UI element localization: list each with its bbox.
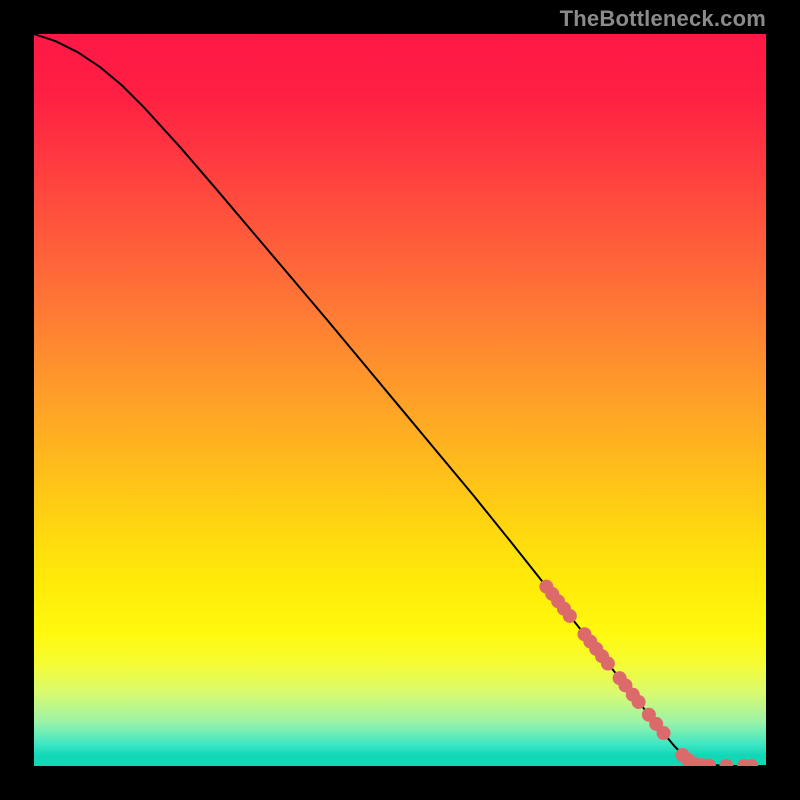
bottleneck-curve (34, 34, 766, 766)
marker-point (601, 657, 615, 671)
marker-point (632, 695, 646, 709)
highlighted-points (539, 580, 758, 766)
chart-overlay (34, 34, 766, 766)
marker-point (719, 759, 733, 766)
marker-point (563, 609, 577, 623)
marker-point (657, 726, 671, 740)
chart-stage: TheBottleneck.com (0, 0, 800, 800)
plot-area (34, 34, 766, 766)
watermark-label: TheBottleneck.com (560, 6, 766, 32)
